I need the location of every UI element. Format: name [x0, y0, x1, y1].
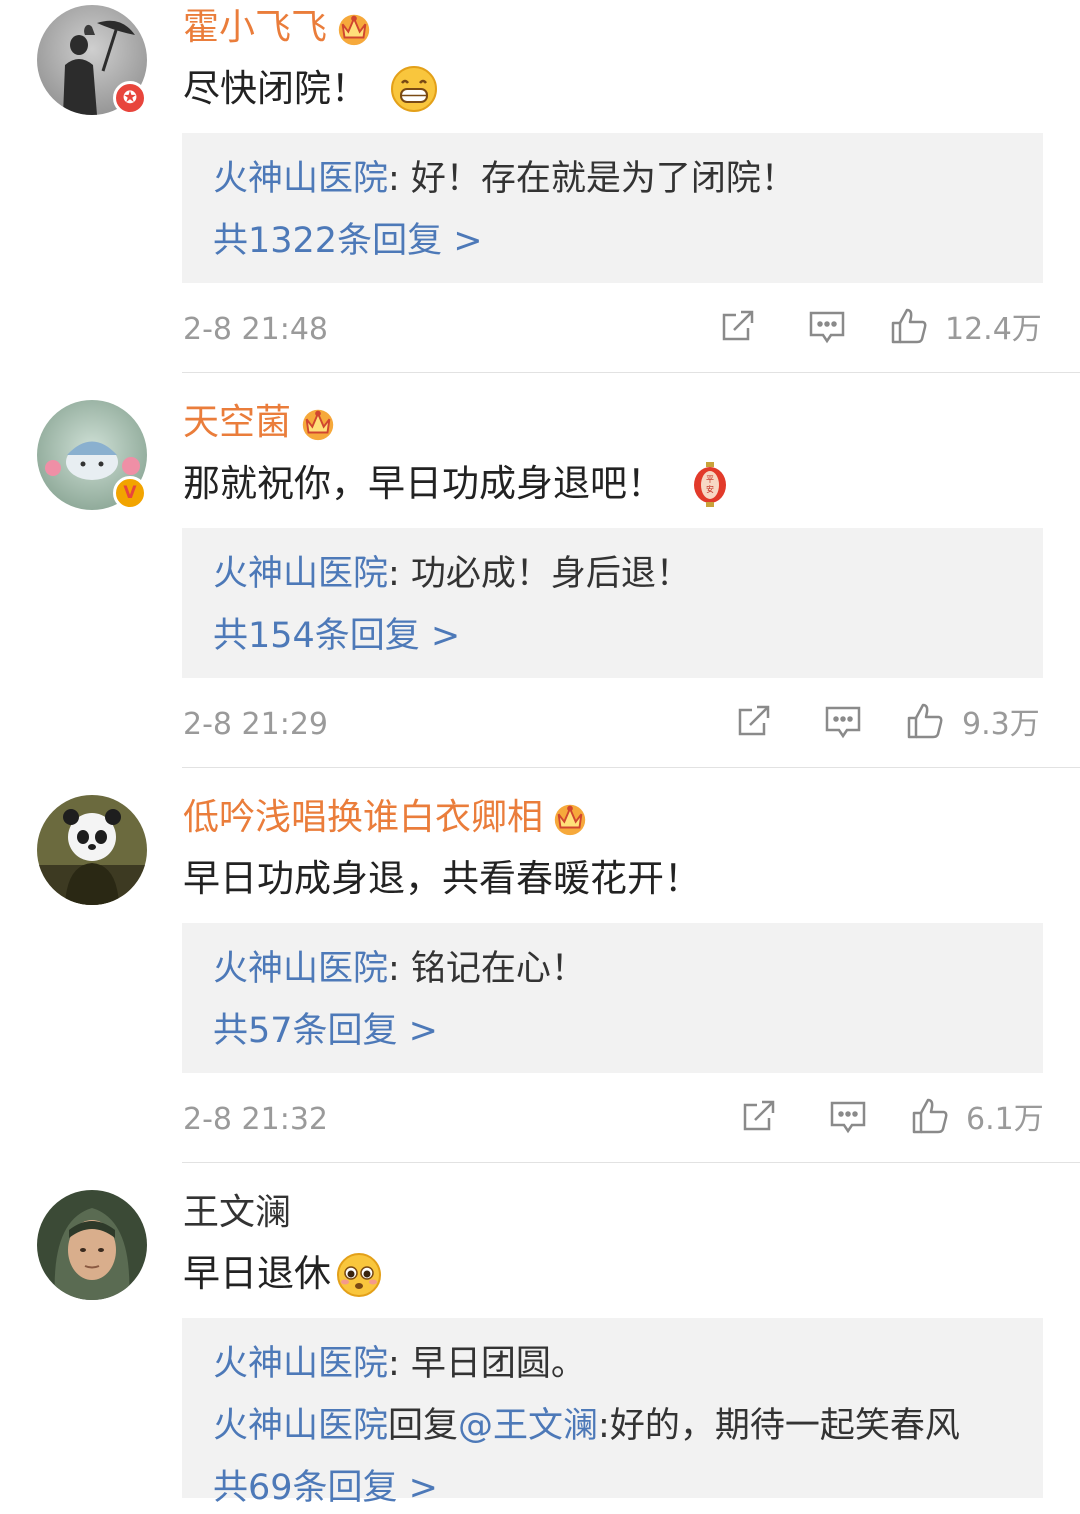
reply-verb: 回复 [388, 1406, 459, 1446]
mention-link[interactable]: @王文澜 [458, 1406, 598, 1446]
username[interactable]: 霍小飞飞 [183, 4, 373, 52]
like-count: 12.4万 [945, 312, 1042, 347]
reply-author-link[interactable]: 火神山医院 [213, 949, 388, 989]
username[interactable]: 王文澜 [183, 1189, 291, 1237]
vip-crown-icon [299, 404, 337, 442]
svg-text:安: 安 [706, 484, 714, 494]
username-text[interactable]: 王文澜 [183, 1189, 291, 1237]
comment-text-content: 那就祝你，早日功成身退吧！ [183, 462, 664, 505]
comment-item: 王文澜 早日退休 火神山医院: 早日团圆。 火神山医院回复@王文澜:好的，期待一… [0, 1185, 1080, 1508]
v-badge-icon: V [113, 476, 147, 510]
like-icon[interactable] [905, 701, 945, 741]
more-replies-link[interactable]: 共154条回复 > [213, 610, 460, 662]
reply-text: : 好！存在就是为了闭院！ [388, 159, 796, 199]
comment-item: 低吟浅唱换谁白衣卿相 早日功成身退，共看春暖花开！ 火神山医院: 铭记在心！ 共… [0, 790, 1080, 1185]
comment-text: 那就祝你，早日功成身退吧！ 平 安 [183, 459, 734, 509]
avatar[interactable] [37, 1190, 147, 1300]
like-icon[interactable] [889, 306, 929, 346]
reply-text: : 功必成！身后退！ [388, 554, 691, 594]
reply-author-link[interactable]: 火神山医院 [213, 554, 388, 594]
more-replies-link[interactable]: 共69条回复 > [213, 1462, 438, 1514]
divider [182, 372, 1080, 373]
pleading-face-icon [335, 1250, 383, 1298]
divider [182, 767, 1080, 768]
divider [182, 1162, 1080, 1163]
reply-author-link[interactable]: 火神山医院 [213, 159, 388, 199]
reply-text: :好的，期待一起笑春风 [598, 1406, 960, 1446]
reply-text: : 铭记在心！ [388, 949, 586, 989]
comment-item: ✪ 霍小飞飞 尽快闭院！ 火神山医院: 好！存在就是为了闭院！ 共1322条回复… [0, 0, 1080, 395]
vip-crown-icon [551, 799, 589, 837]
more-replies-link[interactable]: 共1322条回复 > [213, 215, 483, 267]
reply-line: 火神山医院回复@王文澜:好的，期待一起笑春风 [213, 1400, 960, 1452]
username[interactable]: 天空菌 [183, 399, 337, 447]
reply-box[interactable]: 火神山医院: 早日团圆。 火神山医院回复@王文澜:好的，期待一起笑春风 共69条… [182, 1318, 1043, 1508]
avatar[interactable] [37, 795, 147, 905]
comment-text-content: 尽快闭院！ [183, 67, 368, 110]
username[interactable]: 低吟浅唱换谁白衣卿相 [183, 794, 589, 842]
username-text[interactable]: 霍小飞飞 [183, 4, 327, 52]
timestamp: 2-8 21:48 [183, 312, 328, 347]
comment-text: 早日功成身退，共看春暖花开！ [183, 854, 701, 904]
comment-icon[interactable] [828, 1096, 868, 1136]
star-badge-icon: ✪ [113, 81, 147, 115]
grinning-face-icon [390, 65, 438, 113]
timestamp: 2-8 21:32 [183, 1102, 328, 1137]
timestamp: 2-8 21:29 [183, 707, 328, 742]
share-icon[interactable] [734, 701, 774, 741]
comment-text-content: 早日退休 [183, 1252, 331, 1295]
username-text[interactable]: 天空菌 [183, 399, 291, 447]
reply-text: : 早日团圆。 [388, 1344, 586, 1384]
comment-text-content: 早日功成身退，共看春暖花开！ [183, 857, 701, 900]
username-text[interactable]: 低吟浅唱换谁白衣卿相 [183, 794, 543, 842]
comment-icon[interactable] [823, 701, 863, 741]
reply-box[interactable]: 火神山医院: 功必成！身后退！ 共154条回复 > [182, 528, 1043, 678]
reply-author-link[interactable]: 火神山医院 [213, 1344, 388, 1384]
reply-line: 火神山医院: 功必成！身后退！ [213, 548, 691, 600]
like-count: 6.1万 [966, 1102, 1044, 1137]
reply-box[interactable]: 火神山医院: 铭记在心！ 共57条回复 > [182, 923, 1043, 1073]
share-icon[interactable] [718, 306, 758, 346]
comment-item: V 天空菌 那就祝你，早日功成身退吧！ 平 安 火神山医院: 功必成！身后退！ [0, 395, 1080, 790]
svg-text:平: 平 [706, 475, 714, 484]
reply-line: 火神山医院: 早日团圆。 [213, 1338, 586, 1390]
comment-text: 尽快闭院！ [183, 64, 438, 114]
reply-author-link[interactable]: 火神山医院 [213, 1406, 388, 1446]
comment-icon[interactable] [807, 306, 847, 346]
reply-line: 火神山医院: 铭记在心！ [213, 943, 586, 995]
lantern-ping-an-icon: 平 安 [686, 460, 734, 508]
comment-text: 早日退休 [183, 1249, 383, 1299]
like-icon[interactable] [910, 1096, 950, 1136]
vip-crown-icon [335, 9, 373, 47]
reply-box[interactable]: 火神山医院: 好！存在就是为了闭院！ 共1322条回复 > [182, 133, 1043, 283]
like-count: 9.3万 [962, 707, 1040, 742]
share-icon[interactable] [739, 1096, 779, 1136]
reply-line: 火神山医院: 好！存在就是为了闭院！ [213, 153, 796, 205]
more-replies-link[interactable]: 共57条回复 > [213, 1005, 438, 1057]
